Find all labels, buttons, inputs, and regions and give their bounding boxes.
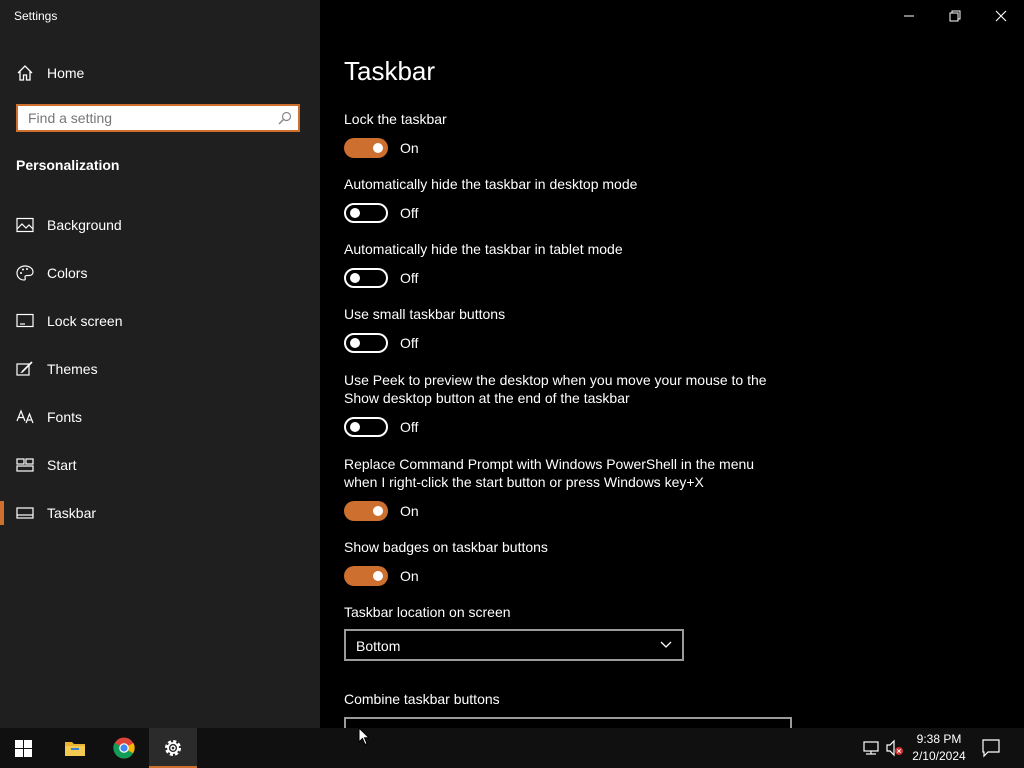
sidebar-item-background[interactable]: Background — [0, 205, 320, 245]
autohide-tablet-toggle[interactable] — [344, 268, 388, 288]
toggle-state: Off — [400, 335, 419, 351]
start-button[interactable] — [0, 728, 48, 768]
toggle-state: On — [400, 568, 419, 584]
setting-label: Lock the taskbar — [344, 111, 447, 127]
active-indicator — [0, 501, 4, 525]
start-icon — [16, 458, 34, 472]
setting-label: Replace Command Prompt with Windows Powe… — [344, 456, 755, 490]
search-icon[interactable] — [278, 111, 292, 125]
settings-gear-icon — [165, 740, 181, 756]
toggle-knob — [350, 208, 360, 218]
action-center-button[interactable] — [980, 737, 1002, 759]
home-label: Home — [47, 65, 85, 81]
sidebar-item-themes[interactable]: Themes — [0, 349, 320, 389]
clock-time: 9:38 PM — [916, 732, 962, 746]
sidebar-item-label: Lock screen — [47, 313, 123, 329]
volume-muted-icon — [886, 739, 903, 757]
sidebar-item-label: Colors — [47, 265, 88, 281]
powershell-toggle[interactable] — [344, 501, 388, 521]
restore-button[interactable] — [932, 0, 978, 32]
dropdown-value: Bottom — [356, 638, 401, 654]
windows-taskbar: 9:38 PM 2/10/2024 — [0, 728, 1024, 768]
palette-icon — [16, 265, 34, 281]
windows-start-icon — [15, 740, 32, 757]
combine-buttons-dropdown[interactable] — [344, 717, 792, 728]
sidebar-item-label: Start — [47, 457, 77, 473]
clock[interactable]: 9:38 PM 2/10/2024 — [904, 731, 974, 765]
toggle-state: On — [400, 503, 419, 519]
sidebar-item-fonts[interactable]: Fonts — [0, 397, 320, 437]
minimize-icon — [904, 15, 914, 17]
sidebar-item-taskbar[interactable]: Taskbar — [0, 493, 320, 533]
section-title: Personalization — [16, 157, 120, 173]
sidebar-item-home[interactable]: Home — [0, 58, 320, 88]
chevron-down-icon — [660, 641, 672, 648]
home-icon — [17, 65, 33, 81]
setting-label: Use small taskbar buttons — [344, 306, 506, 322]
file-explorer-icon — [65, 742, 85, 756]
close-icon — [995, 10, 1007, 22]
mouse-cursor-icon — [358, 727, 370, 746]
lock-taskbar-toggle[interactable] — [344, 138, 388, 158]
sidebar: Settings Home Personalization Background… — [0, 0, 320, 728]
search-box[interactable] — [16, 104, 300, 132]
setting-label: Use Peek to preview the desktop when you… — [344, 372, 767, 406]
toggle-knob — [350, 273, 360, 283]
toggle-knob — [350, 338, 360, 348]
location-label: Taskbar location on screen — [344, 604, 511, 620]
picture-icon — [16, 217, 34, 233]
sidebar-item-label: Fonts — [47, 409, 83, 425]
setting-label: Show badges on taskbar buttons — [344, 539, 548, 555]
search-input[interactable] — [18, 106, 268, 130]
sidebar-item-colors[interactable]: Colors — [0, 253, 320, 293]
sidebar-item-label: Themes — [47, 361, 98, 377]
page-title: Taskbar — [344, 56, 436, 86]
toggle-knob — [350, 422, 360, 432]
main-panel: Taskbar Lock the taskbar On Automaticall… — [320, 0, 1024, 728]
fonts-icon — [16, 409, 34, 424]
clock-date: 2/10/2024 — [912, 749, 966, 763]
toggle-state: Off — [400, 270, 419, 286]
chrome-icon — [113, 737, 135, 759]
file-explorer-button[interactable] — [50, 728, 98, 768]
network-icon — [863, 741, 879, 755]
small-buttons-toggle[interactable] — [344, 333, 388, 353]
toggle-state: Off — [400, 419, 419, 435]
peek-toggle[interactable] — [344, 417, 388, 437]
badges-toggle[interactable] — [344, 566, 388, 586]
toggle-state: On — [400, 140, 419, 156]
notification-icon — [982, 739, 1000, 758]
toggle-knob — [373, 506, 383, 516]
taskbar-location-dropdown[interactable]: Bottom — [344, 629, 684, 661]
restore-icon — [949, 10, 961, 22]
autohide-desktop-toggle[interactable] — [344, 203, 388, 223]
settings-taskbar-button[interactable] — [149, 728, 197, 768]
sidebar-item-label: Taskbar — [47, 505, 97, 521]
lock-screen-icon — [16, 313, 34, 328]
network-tray-button[interactable] — [861, 738, 881, 758]
chrome-button[interactable] — [100, 728, 148, 768]
taskbar-icon — [16, 507, 34, 519]
minimize-button[interactable] — [886, 0, 932, 32]
setting-label: Automatically hide the taskbar in tablet… — [344, 241, 623, 257]
toggle-knob — [373, 143, 383, 153]
sidebar-item-label: Background — [47, 217, 122, 233]
combine-label: Combine taskbar buttons — [344, 691, 500, 707]
sidebar-item-lock-screen[interactable]: Lock screen — [0, 301, 320, 341]
setting-label: Automatically hide the taskbar in deskto… — [344, 176, 638, 192]
app-title: Settings — [14, 9, 58, 23]
toggle-state: Off — [400, 205, 419, 221]
volume-tray-button[interactable] — [885, 738, 905, 758]
toggle-knob — [373, 571, 383, 581]
brush-icon — [16, 361, 33, 376]
sidebar-item-start[interactable]: Start — [0, 445, 320, 485]
close-button[interactable] — [978, 0, 1024, 32]
